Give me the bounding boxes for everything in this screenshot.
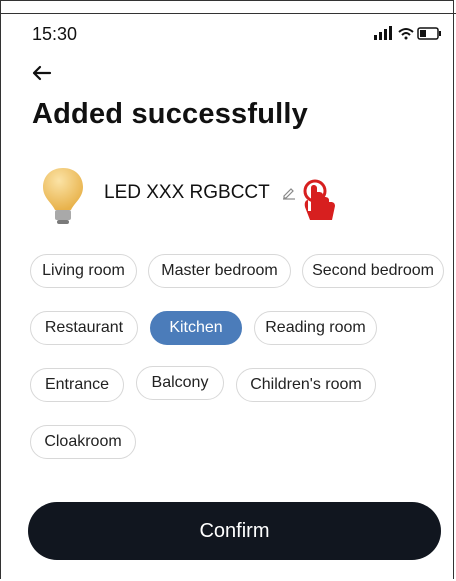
room-chip-kitchen[interactable]: Kitchen	[150, 311, 242, 345]
edit-name-button[interactable]	[282, 186, 296, 200]
battery-icon	[417, 27, 441, 40]
status-icons	[364, 26, 444, 42]
room-chip-childrens-room[interactable]: Children's room	[236, 368, 376, 402]
room-chip-restaurant[interactable]: Restaurant	[30, 311, 138, 345]
room-chip-entrance[interactable]: Entrance	[30, 368, 124, 402]
top-border	[0, 0, 456, 14]
phone-frame	[0, 0, 454, 579]
status-time: 15:30	[32, 24, 78, 44]
room-chip-living-room[interactable]: Living room	[30, 254, 137, 288]
bulb-icon	[38, 165, 88, 227]
room-chip-reading-room[interactable]: Reading room	[254, 311, 377, 345]
room-chip-cloakroom[interactable]: Cloakroom	[30, 425, 136, 459]
back-button[interactable]	[30, 62, 52, 84]
confirm-button[interactable]: Confirm	[28, 502, 441, 560]
signal-icon	[374, 26, 392, 40]
page-title: Added successfully	[32, 98, 308, 130]
wifi-icon	[398, 28, 414, 40]
room-chip-second-bedroom[interactable]: Second bedroom	[302, 254, 444, 288]
room-chip-master-bedroom[interactable]: Master bedroom	[148, 254, 291, 288]
device-name: LED XXX RGBCCT	[104, 182, 270, 203]
pencil-icon	[283, 188, 295, 200]
arrow-left-icon	[32, 65, 52, 81]
room-chip-balcony[interactable]: Balcony	[136, 366, 224, 400]
tap-gesture-icon	[300, 178, 340, 222]
